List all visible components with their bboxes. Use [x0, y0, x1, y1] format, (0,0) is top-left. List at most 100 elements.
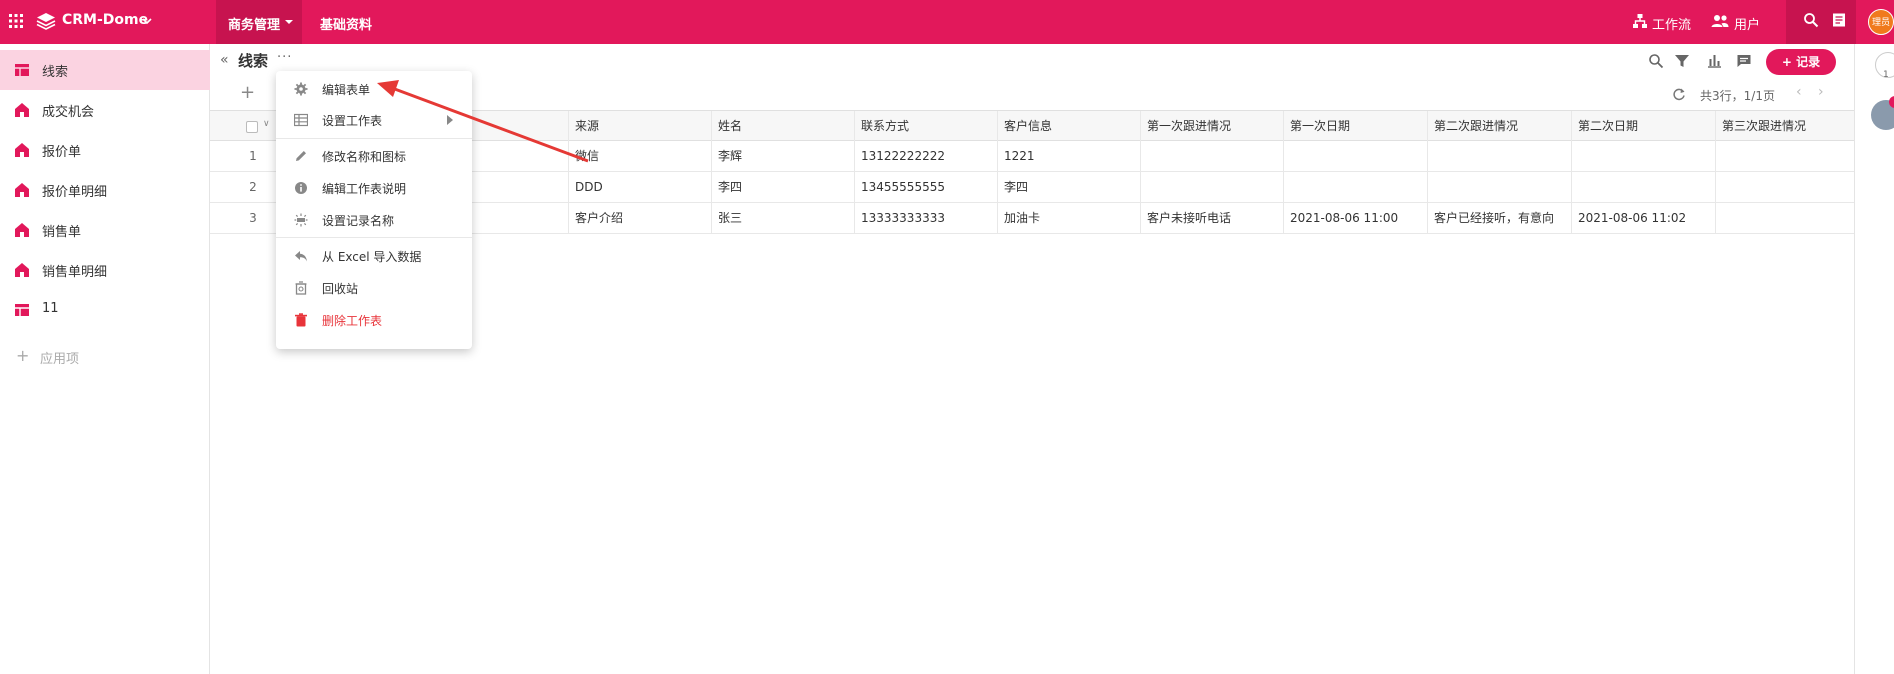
sidebar-item-quotes[interactable]: 报价单 [0, 130, 210, 170]
nav-basic-data[interactable]: 基础资料 [320, 14, 372, 33]
column-header[interactable]: 客户信息 [997, 111, 1140, 141]
table-cell[interactable] [1571, 141, 1715, 171]
menu-item-rename[interactable]: 修改名称和图标 [276, 141, 472, 171]
column-header[interactable]: 姓名 [711, 111, 854, 141]
table-cell[interactable]: 13122222222 [854, 141, 997, 171]
add-app-item-label: 应用项 [40, 352, 80, 367]
table-icon [15, 304, 29, 316]
sidebar-item-opportunities[interactable]: 成交机会 [0, 90, 210, 130]
table-cell[interactable] [1715, 203, 1854, 233]
menu-item-edit-form[interactable]: 编辑表单 [276, 74, 472, 104]
table-grid-icon [294, 113, 308, 127]
menu-item-label: 修改名称和图标 [322, 150, 407, 164]
document-icon[interactable] [1831, 12, 1847, 28]
app-grid-icon[interactable] [8, 13, 24, 29]
home-icon [15, 223, 29, 237]
table-cell[interactable] [1140, 141, 1283, 171]
sidebar-item-sales-orders[interactable]: 销售单 [0, 210, 210, 250]
table-cell[interactable]: 李四 [997, 172, 1140, 202]
sidebar-item-label: 成交机会 [42, 105, 95, 120]
table-cell[interactable] [1715, 141, 1854, 171]
bar-chart-icon[interactable] [1706, 53, 1722, 69]
add-record-button[interactable]: + 记录 [1766, 49, 1836, 75]
table-cell[interactable]: 李四 [711, 172, 854, 202]
app-name[interactable]: CRM-Dome [62, 12, 148, 28]
prev-page-icon[interactable]: ‹ [1796, 84, 1802, 100]
column-header[interactable]: 第一次日期 [1283, 111, 1427, 141]
sidebar-item-quote-details[interactable]: 报价单明细 [0, 170, 210, 210]
reply-icon [295, 251, 307, 262]
table-cell[interactable]: 1221 [997, 141, 1140, 171]
table-cell[interactable]: 微信 [568, 141, 711, 171]
comment-icon[interactable] [1736, 53, 1752, 69]
sidebar-item-leads[interactable]: 线索 [0, 50, 210, 90]
menu-item-delete-sheet[interactable]: 删除工作表 [276, 305, 472, 335]
workflow-link[interactable]: 工作流 [1652, 14, 1691, 33]
recycle-icon [295, 281, 307, 295]
table-cell[interactable]: 客户介绍 [568, 203, 711, 233]
chevron-down-icon[interactable]: ∨ [263, 119, 270, 129]
table-cell[interactable]: 客户已经接听，有意向 [1427, 203, 1571, 233]
table-cell[interactable]: 张三 [711, 203, 854, 233]
users-link[interactable]: 用户 [1734, 14, 1760, 33]
sheet-options-menu: 编辑表单 设置工作表 修改名称和图标 编辑工作表说明 设置记录名称 从 Exce… [276, 71, 472, 349]
table-cell[interactable] [1427, 141, 1571, 171]
table-cell[interactable] [1283, 141, 1427, 171]
menu-item-import-excel[interactable]: 从 Excel 导入数据 [276, 241, 472, 271]
home-icon [15, 263, 29, 277]
sidebar-item-11[interactable]: 11 [0, 290, 210, 330]
sheet-more-button[interactable]: ··· [277, 50, 292, 65]
caret-right-icon [447, 115, 453, 125]
chevron-down-icon[interactable] [142, 16, 152, 26]
filter-icon[interactable] [1674, 53, 1690, 69]
search-icon[interactable] [1648, 53, 1664, 69]
chevron-down-icon[interactable] [285, 18, 293, 26]
column-header[interactable]: 第三次跟进情况 [1715, 111, 1854, 141]
table-cell[interactable]: 2021-08-06 11:02 [1571, 203, 1715, 233]
top-bar: CRM-Dome 商务管理 基础资料 工作流 用户 理员 [0, 0, 1894, 44]
search-icon[interactable] [1803, 12, 1819, 28]
avatar[interactable]: 理员 [1868, 9, 1894, 35]
table-cell[interactable]: 加油卡 [997, 203, 1140, 233]
menu-item-label: 编辑工作表说明 [322, 182, 407, 196]
sidebar-item-label: 销售单明细 [42, 265, 108, 280]
column-header[interactable]: 来源 [568, 111, 711, 141]
menu-item-recycle-bin[interactable]: 回收站 [276, 273, 472, 303]
sidebar-item-sales-order-details[interactable]: 销售单明细 [0, 250, 210, 290]
menu-divider [276, 138, 472, 139]
collapse-sidebar-icon[interactable]: « [220, 52, 229, 68]
table-cell[interactable]: 客户未接听电话 [1140, 203, 1283, 233]
table-cell[interactable] [1140, 172, 1283, 202]
column-header[interactable]: 第二次跟进情况 [1427, 111, 1571, 141]
app-window: CRM-Dome 商务管理 基础资料 工作流 用户 理员 线索 成交机会 报价单… [0, 0, 1894, 674]
layers-icon [36, 13, 56, 30]
users-icon[interactable] [1711, 13, 1729, 29]
column-header[interactable]: 第一次跟进情况 [1140, 111, 1283, 141]
sidebar-item-label: 线索 [42, 65, 69, 80]
table-cell[interactable] [1715, 172, 1854, 202]
refresh-icon[interactable] [1672, 87, 1686, 101]
table-cell[interactable]: 13455555555 [854, 172, 997, 202]
menu-divider [276, 237, 472, 238]
select-all-checkbox[interactable] [246, 121, 258, 133]
gear-icon [294, 82, 308, 96]
table-cell[interactable]: DDD [568, 172, 711, 202]
menu-item-label: 设置记录名称 [322, 214, 395, 228]
menu-item-sheet-settings[interactable]: 设置工作表 [276, 105, 472, 135]
menu-item-record-name[interactable]: 设置记录名称 [276, 205, 472, 235]
column-header[interactable]: 联系方式 [854, 111, 997, 141]
workflow-icon[interactable] [1632, 13, 1648, 29]
next-page-icon[interactable]: › [1818, 84, 1824, 100]
table-cell[interactable] [1427, 172, 1571, 202]
table-cell[interactable]: 2021-08-06 11:00 [1283, 203, 1427, 233]
column-header[interactable]: 第二次日期 [1571, 111, 1715, 141]
nav-business[interactable]: 商务管理 [228, 14, 280, 33]
table-cell[interactable] [1283, 172, 1427, 202]
sidebar-item-label: 报价单 [42, 145, 82, 160]
table-cell[interactable]: 13333333333 [854, 203, 997, 233]
home-icon [15, 183, 29, 197]
table-cell[interactable] [1571, 172, 1715, 202]
table-cell[interactable]: 李辉 [711, 141, 854, 171]
add-row-icon[interactable]: + [240, 82, 255, 103]
menu-item-edit-description[interactable]: 编辑工作表说明 [276, 173, 472, 203]
